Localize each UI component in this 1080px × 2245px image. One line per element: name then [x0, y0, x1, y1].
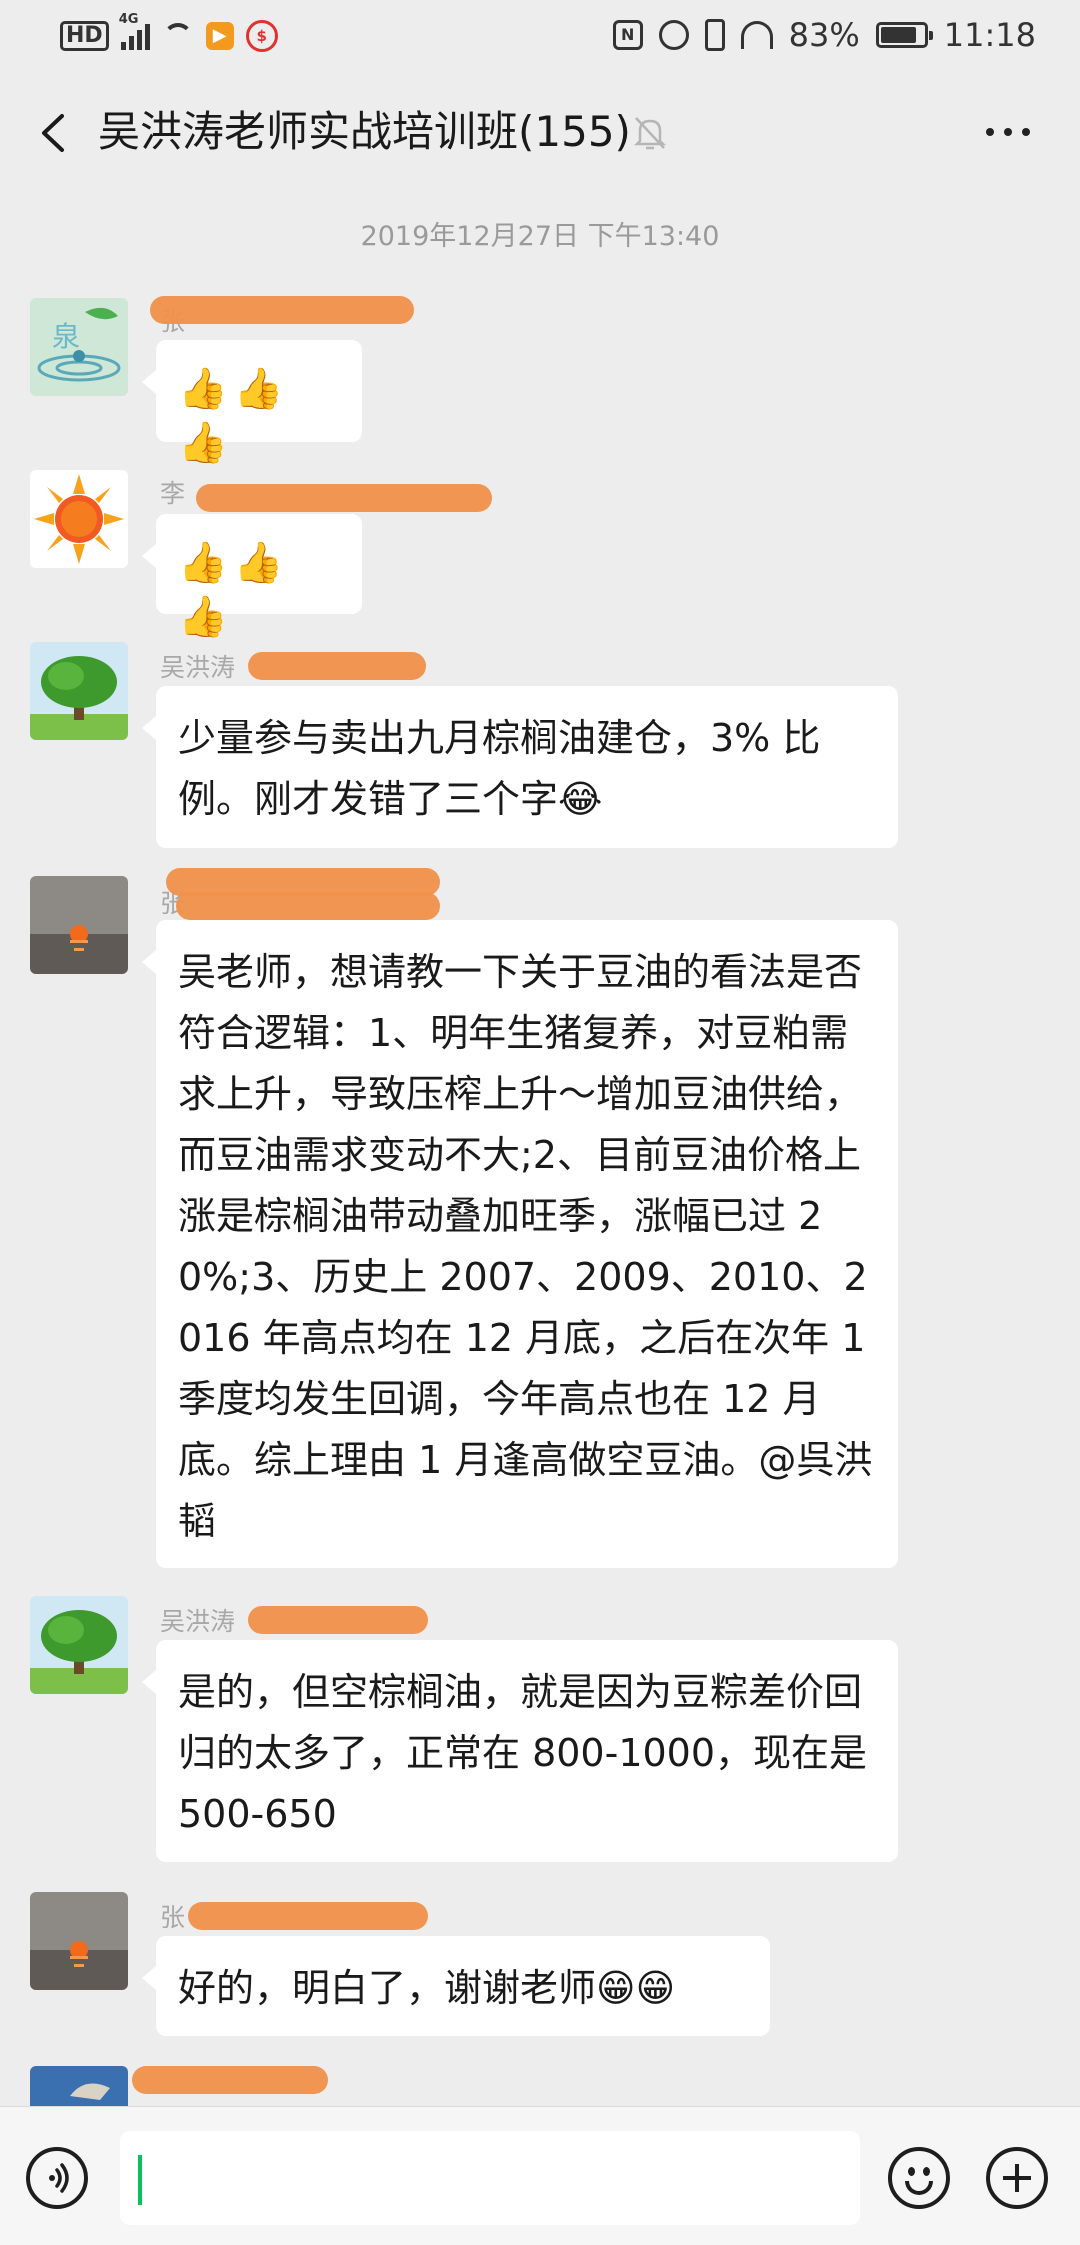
- chat-header: 吴洪涛老师实战培训班(155): [0, 72, 1080, 192]
- sender-name: 吴洪涛: [160, 1607, 236, 1636]
- more-options-icon[interactable]: [986, 128, 1030, 136]
- vibrate-icon: [704, 19, 725, 51]
- voice-input-icon[interactable]: [26, 2147, 88, 2209]
- svg-text:泉: 泉: [52, 320, 80, 353]
- redaction-mark: [248, 1606, 428, 1634]
- nfc-icon: N: [612, 20, 643, 50]
- redaction-mark: [176, 892, 440, 920]
- avatar[interactable]: [30, 470, 128, 568]
- redaction-mark: [150, 296, 414, 324]
- avatar[interactable]: [30, 1596, 128, 1694]
- chat-timestamp: 2019年12月27日 下午13:40: [360, 221, 720, 252]
- hd-badge: HD: [60, 21, 109, 51]
- avatar[interactable]: [30, 1892, 128, 1990]
- battery-icon: [875, 22, 933, 48]
- battery-percent: 83%: [788, 16, 860, 54]
- sender-name: 李: [160, 479, 186, 508]
- avatar[interactable]: 泉: [30, 298, 128, 396]
- bank-app-icon: $: [245, 20, 278, 52]
- message-bubble[interactable]: 好的，明白了，谢谢老师😁😁: [142, 1936, 770, 2036]
- signal-icon: 4G: [119, 12, 150, 50]
- sender-name: 吴洪涛: [160, 653, 236, 682]
- redaction-mark: [196, 484, 492, 512]
- emoji-icon[interactable]: [888, 2147, 950, 2209]
- message-bubble[interactable]: 吴老师，想请教一下关于豆油的看法是否符合逻辑：1、明年生猪复养，对豆粕需求上升，…: [142, 920, 898, 1568]
- clock-time: 11:18: [943, 16, 1036, 54]
- status-bar: HD 4G ▶ $ N 83% 11:18: [0, 0, 1080, 72]
- mute-bell-icon: [632, 114, 668, 152]
- speed-icon: [740, 21, 773, 49]
- video-app-icon: ▶: [205, 22, 234, 50]
- message-bubble[interactable]: 少量参与卖出九月棕榈油建仓，3% 比例。刚才发错了三个字😂: [142, 686, 898, 848]
- redaction-mark: [188, 1902, 428, 1930]
- avatar[interactable]: [30, 642, 128, 740]
- network-type-label: 4G: [118, 12, 139, 27]
- message-input[interactable]: [120, 2131, 860, 2225]
- plus-icon[interactable]: [986, 2147, 1048, 2209]
- sender-name: 张: [160, 1903, 186, 1932]
- avatar[interactable]: [30, 2066, 128, 2106]
- text-caret: [138, 2155, 142, 2205]
- message-bubble[interactable]: 👍👍👍: [142, 514, 362, 640]
- redaction-mark: [248, 652, 426, 680]
- wifi-icon: [162, 21, 194, 51]
- chat-title: 吴洪涛老师实战培训班(155): [98, 107, 631, 156]
- back-icon[interactable]: [30, 108, 80, 158]
- avatar[interactable]: [30, 876, 128, 974]
- chat-input-bar: [0, 2106, 1080, 2245]
- message-bubble[interactable]: 👍👍👍: [142, 340, 362, 466]
- alarm-icon: [658, 20, 689, 50]
- message-bubble[interactable]: 是的，但空棕榈油，就是因为豆粽差价回归的太多了，正常在 800-1000，现在是…: [142, 1640, 898, 1862]
- redaction-mark: [132, 2066, 328, 2094]
